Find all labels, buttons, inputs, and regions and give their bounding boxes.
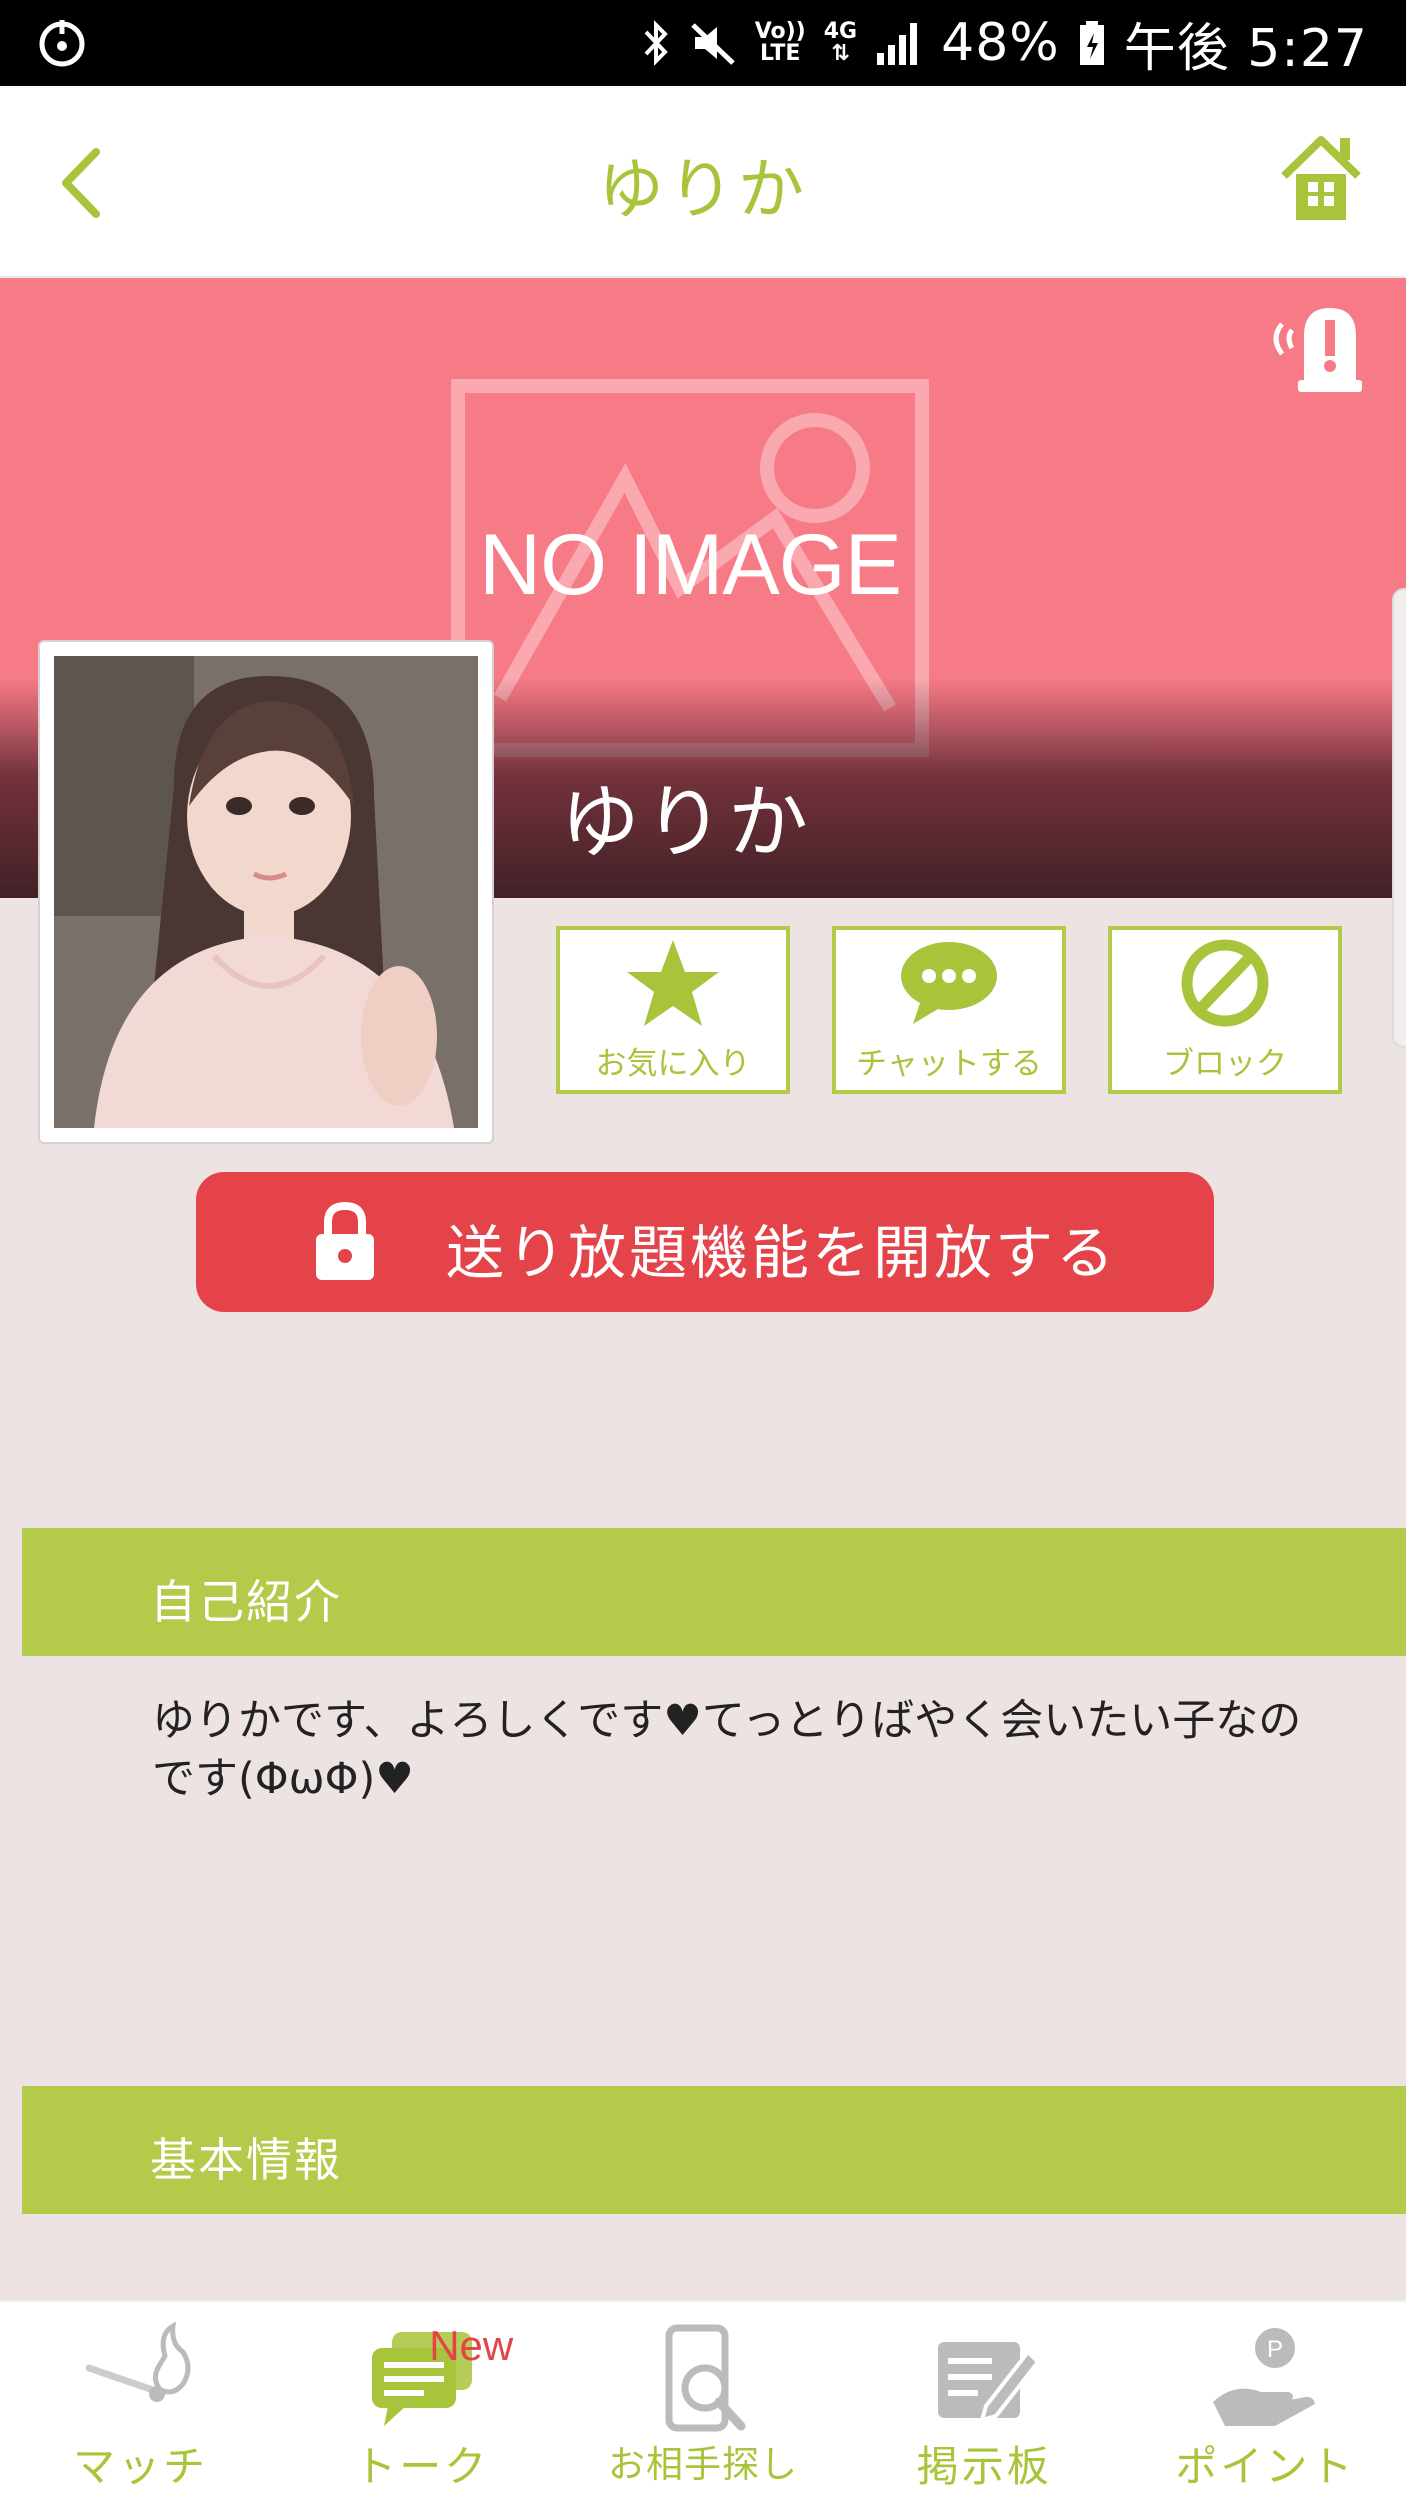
point-icon: P <box>1213 2328 1316 2426</box>
chat-label: チャットする <box>856 1045 1042 1082</box>
power-saving-icon <box>39 20 85 67</box>
nav-search-partner-label: お相手探し <box>608 2443 798 2486</box>
nav-talk[interactable]: New トーク <box>281 2302 562 2500</box>
basic-info-section-header: 基本情報 <box>22 2086 1406 2214</box>
profile-page: Vo)) LTE 4G ⇅ 48% 午後 5:27 ゆりか NO IMAGE ゆ… <box>0 0 1406 2500</box>
avatar-frame <box>38 640 494 1144</box>
volte-indicator: Vo)) LTE <box>754 19 806 66</box>
nav-search-partner[interactable]: お相手探し <box>562 2302 843 2500</box>
intro-text: ゆりかです、よろしくです♥てっとりばやく会いたい子なのです(ΦωΦ)♥ <box>152 1696 1302 1804</box>
signal-icon <box>877 23 918 65</box>
battery-percent: 48% <box>941 13 1060 73</box>
status-bar: Vo)) LTE 4G ⇅ 48% 午後 5:27 <box>0 0 1406 86</box>
profile-actions: お気に入り チャットする ブロック <box>556 926 1342 1094</box>
unlock-unlimited-button[interactable]: 送り放題機能を開放する <box>196 1172 1214 1312</box>
block-label: ブロック <box>1163 1045 1287 1082</box>
svg-text:P: P <box>1267 2336 1283 2363</box>
page-title: ゆりか <box>598 151 808 228</box>
new-badge: New <box>429 2322 514 2369</box>
basic-info-title: 基本情報 <box>150 2133 342 2187</box>
chat-bubble-icon <box>901 941 997 1024</box>
clock: 午後 5:27 <box>1123 18 1368 79</box>
chat-button[interactable]: チャットする <box>832 926 1066 1094</box>
data-arrows-icon: ⇅ <box>831 41 850 66</box>
avatar[interactable] <box>54 656 478 1128</box>
nav-talk-label: トーク <box>354 2442 490 2491</box>
no-image-text: NO IMAGE <box>478 517 902 613</box>
bluetooth-icon <box>644 20 668 66</box>
favorite-button[interactable]: お気に入り <box>556 926 790 1094</box>
block-button[interactable]: ブロック <box>1108 926 1342 1094</box>
mute-icon <box>690 23 735 65</box>
nav-point-label: ポイント <box>1175 2442 1356 2491</box>
search-partner-icon <box>665 2324 746 2432</box>
data-type-indicator: 4G ⇅ <box>823 19 858 66</box>
nav-match[interactable]: マッチ <box>0 2302 281 2500</box>
bottom-navigation: マッチ New トーク お相手探し 掲示板 P ポイント <box>0 2300 1406 2500</box>
intro-section-title: 自己紹介 <box>150 1575 342 1629</box>
unlock-label: 送り放題機能を開放する <box>446 1219 1118 1287</box>
home-icon[interactable] <box>1276 132 1366 228</box>
lock-icon <box>316 1201 374 1280</box>
avatar-photo <box>54 656 478 1128</box>
report-alarm-icon[interactable] <box>1260 296 1370 396</box>
favorite-label: お気に入り <box>595 1045 751 1082</box>
nav-board[interactable]: 掲示板 <box>844 2302 1125 2500</box>
nav-board-label: 掲示板 <box>916 2442 1052 2491</box>
profile-name: ゆりか <box>560 776 812 869</box>
nav-point[interactable]: P ポイント <box>1125 2302 1406 2500</box>
board-icon <box>938 2342 1041 2423</box>
block-icon <box>1181 939 1269 1026</box>
star-icon <box>627 939 719 1026</box>
app-header: ゆりか <box>0 86 1406 278</box>
intro-section-header: 自己紹介 <box>22 1528 1406 1656</box>
side-drawer-handle[interactable] <box>1392 588 1406 1048</box>
battery-icon <box>1079 21 1104 65</box>
match-icon <box>85 2322 191 2402</box>
nav-match-label: マッチ <box>73 2442 209 2491</box>
